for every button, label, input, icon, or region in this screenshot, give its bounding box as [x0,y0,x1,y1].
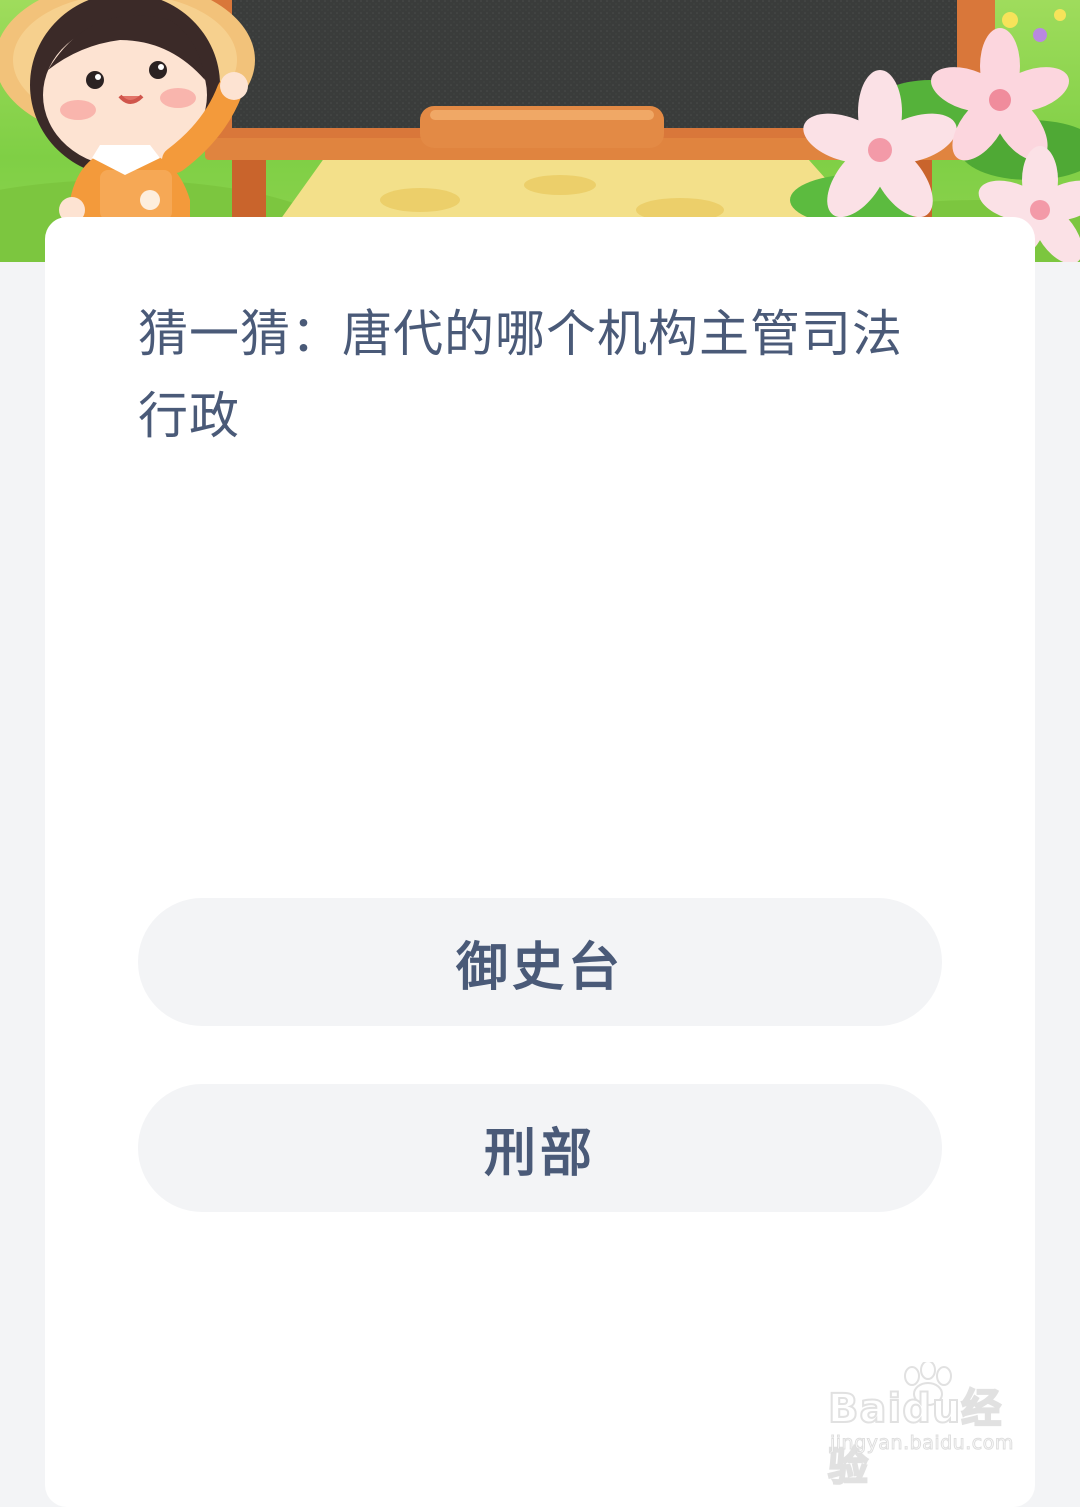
question-text: 猜一猜：唐代的哪个机构主管司法行政 [138,305,903,445]
baidu-jingyan-watermark: Baidu经验 jingyan.baidu.com [827,1362,1028,1491]
question-card: 猜一猜：唐代的哪个机构主管司法行政 御史台 刑部 [45,217,1035,1507]
answer-option-1[interactable]: 御史台 [138,898,942,1026]
watermark-url: jingyan.baidu.com [830,1432,1014,1455]
answer-option-2[interactable]: 刑部 [138,1084,942,1212]
